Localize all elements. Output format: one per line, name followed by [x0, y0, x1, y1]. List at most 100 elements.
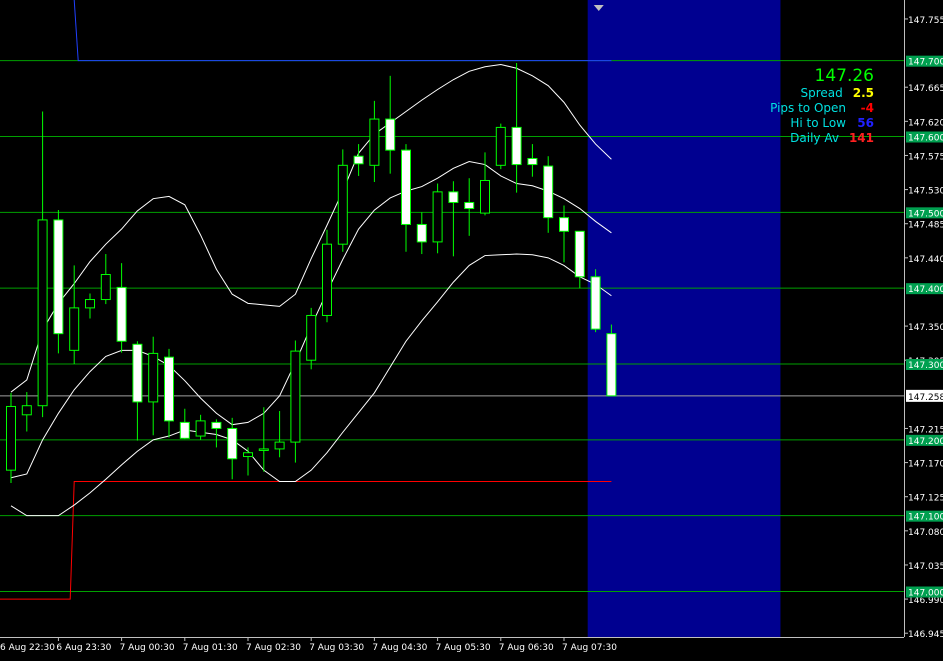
candle-32: [511, 62, 522, 193]
daily-average-row: Daily Av 141: [790, 131, 874, 145]
candle-body: [227, 427, 238, 460]
candle-7: [116, 263, 127, 353]
candle-36: [574, 230, 585, 289]
candle-body: [464, 201, 475, 210]
candle-37: [590, 269, 601, 333]
candle-8: [132, 341, 143, 441]
candle-18: [290, 340, 301, 463]
candle-21: [337, 149, 348, 252]
candle-body: [590, 276, 601, 330]
candle-15: [243, 447, 253, 476]
price-tick-label-7: 147.350: [908, 323, 943, 333]
level-label-1: 147.600: [908, 134, 943, 144]
price-tick-label-12: 147.080: [908, 528, 943, 538]
time-tick-label-5: 7 Aug 03:30: [309, 643, 364, 653]
candle-body: [337, 164, 348, 245]
future-time-zone: [587, 0, 781, 637]
level-label-0: 147.700: [908, 58, 943, 68]
candle-30: [480, 152, 490, 216]
time-tick-label-7: 7 Aug 05:30: [436, 643, 491, 653]
candle-body: [353, 155, 364, 165]
candle-14: [227, 417, 238, 480]
candle-35: [559, 205, 569, 263]
candle-body: [274, 441, 285, 450]
candle-1: [21, 392, 32, 432]
red-level-line: [0, 481, 612, 600]
time-tick-label-0: 6 Aug 22:30: [0, 643, 55, 653]
candle-20: [322, 229, 332, 323]
candle-19: [306, 307, 317, 370]
candle-body: [606, 333, 617, 397]
candle-body: [37, 219, 48, 407]
price-tick-label-9: 147.215: [908, 425, 943, 435]
candle-31: [495, 123, 506, 170]
time-tick-label-8: 7 Aug 06:30: [499, 643, 554, 653]
candle-body: [543, 165, 554, 219]
current-price-readout: 147.26: [814, 66, 874, 86]
candle-34: [543, 156, 554, 233]
time-tick-label-4: 7 Aug 02:30: [246, 643, 301, 653]
time-tick-label-6: 7 Aug 04:30: [372, 643, 427, 653]
time-tick-label-1: 6 Aug 23:30: [56, 643, 111, 653]
candle-0: [6, 392, 16, 484]
candle-body: [495, 126, 506, 166]
time-tick-label-3: 7 Aug 01:30: [183, 643, 238, 653]
candle-17: [274, 411, 285, 458]
candle-body: [416, 223, 427, 243]
candle-body: [385, 118, 396, 151]
candle-body: [369, 118, 380, 166]
candle-13: [211, 419, 222, 448]
candle-body: [116, 286, 127, 342]
candle-body: [243, 452, 253, 458]
candle-body: [559, 217, 569, 232]
price-tick-label-10: 147.170: [908, 460, 943, 470]
candle-body: [85, 299, 95, 309]
price-tick-label-4: 147.530: [908, 187, 943, 197]
candle-body: [290, 350, 301, 443]
spread-label: Spread: [800, 86, 843, 100]
price-tick-label-2: 147.620: [908, 118, 943, 128]
candle-body: [432, 191, 443, 243]
hi-to-low-value: 56: [857, 116, 874, 130]
candle-body: [148, 352, 159, 403]
candle-12: [195, 414, 206, 440]
candle-5: [85, 293, 95, 319]
candle-body: [69, 307, 80, 351]
candle-23: [369, 100, 380, 182]
candle-26: [416, 212, 427, 255]
candle-body: [164, 356, 174, 422]
candle-body: [21, 405, 32, 416]
pips-to-open-label: Pips to Open: [770, 101, 846, 115]
candle-body: [511, 126, 522, 166]
candle-body: [53, 219, 64, 335]
candle-11: [179, 408, 190, 440]
candle-3: [53, 210, 64, 354]
candle-28: [448, 181, 459, 257]
candle-body: [306, 314, 317, 361]
candle-body: [6, 405, 16, 471]
candle-9: [148, 336, 159, 436]
price-tick-label-6: 147.440: [908, 255, 943, 265]
candle-body: [132, 343, 143, 403]
spread-value: 2.5: [852, 86, 874, 100]
price-tick-label-11: 147.125: [908, 494, 943, 504]
candle-body: [527, 157, 538, 166]
candle-33: [527, 144, 538, 177]
level-label-5: 147.200: [908, 437, 943, 447]
candle-body: [100, 274, 111, 301]
candle-body: [480, 179, 490, 214]
candle-6: [100, 254, 111, 305]
price-tick-label-0: 147.755: [908, 16, 943, 26]
candle-body: [195, 420, 206, 437]
candle-body: [179, 421, 190, 439]
level-label-6: 147.100: [908, 513, 943, 523]
price-tick-label-1: 147.665: [908, 84, 943, 94]
candle-body: [574, 230, 585, 278]
level-label-4: 147.300: [908, 361, 943, 371]
candle-4: [69, 265, 80, 364]
hi-to-low-row: Hi to Low 56: [790, 116, 874, 130]
price-tick-label-15: 146.945: [908, 630, 943, 640]
candle-body: [448, 191, 459, 203]
level-label-2: 147.500: [908, 209, 943, 219]
pips-to-open-value: -4: [860, 101, 874, 115]
